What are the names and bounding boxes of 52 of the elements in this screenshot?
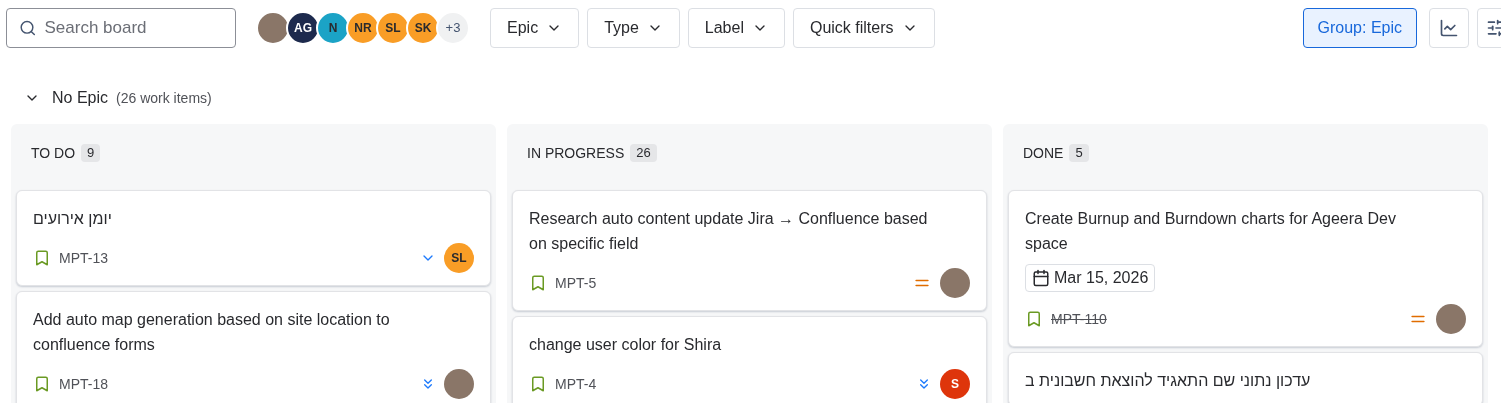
avatar-photo-placeholder[interactable] <box>940 268 970 298</box>
due-date-badge: Mar 15, 2026 <box>1025 264 1156 292</box>
search-icon <box>19 18 37 38</box>
card-title: Create Burnup and Burndown charts for Ageera Dev space <box>1025 209 1397 254</box>
issue-key[interactable]: MPT-4 <box>555 373 597 395</box>
work-item-card[interactable]: change user color for Shira MPT-4 S <box>512 316 987 403</box>
story-icon <box>33 375 51 393</box>
group-count: (26 work items) <box>116 88 212 108</box>
more-avatars-button[interactable]: +3 <box>436 11 470 45</box>
line-chart-icon <box>1439 18 1459 38</box>
column-count: 9 <box>81 144 101 162</box>
sliders-icon <box>1486 18 1501 38</box>
card-title: Add auto map generation based on site location to confluence forms <box>33 310 391 355</box>
search-field[interactable]: Search board <box>6 8 236 48</box>
issue-key[interactable]: MPT-110 <box>1051 308 1107 330</box>
column-title: IN PROGRESS <box>527 143 625 163</box>
search-input[interactable]: Search board <box>44 15 223 41</box>
filter-dropdown[interactable]: Quick filters <box>792 8 935 48</box>
work-item-card[interactable]: Research auto content update Jira → Confluence based on specific field MPT-5 <box>512 190 987 311</box>
avatar[interactable]: N <box>316 11 350 45</box>
filter-dropdown[interactable]: Epic <box>490 8 580 48</box>
issue-key[interactable]: MPT-5 <box>555 272 597 294</box>
work-item-card[interactable]: Add auto map generation based on site location to confluence forms MPT-18 <box>16 291 491 403</box>
story-icon <box>529 274 547 292</box>
column-count: 26 <box>630 144 657 162</box>
card-title: change user color for Shira <box>529 335 723 355</box>
insights-button[interactable] <box>1429 8 1469 48</box>
work-item-card[interactable]: עדכון נתוני שם התאגיד להוצאת חשבונית ב <box>1008 352 1483 403</box>
avatar[interactable]: SL <box>376 11 410 45</box>
avatar[interactable]: AG <box>286 11 320 45</box>
column-title: TO DO <box>31 143 76 163</box>
column-title: DONE <box>1023 143 1064 163</box>
card-title: Research auto content update Jira → Confluence based on specific field <box>529 209 929 254</box>
card-title: יומן אירועים <box>33 209 113 229</box>
avatar-photo-placeholder[interactable] <box>1436 304 1466 334</box>
avatar[interactable]: SK <box>406 11 440 45</box>
card-title: עדכון נתוני שם התאגיד להוצאת חשבונית ב <box>1025 371 1312 391</box>
filter-dropdown[interactable]: Label <box>687 8 785 48</box>
column-count: 5 <box>1069 144 1089 162</box>
filter-dropdown[interactable]: Type <box>587 8 680 48</box>
avatar[interactable]: NR <box>346 11 380 45</box>
issue-key[interactable]: MPT-13 <box>59 247 108 269</box>
work-item-card[interactable]: Create Burnup and Burndown charts for Ageera Dev space Mar 15, 2026 MPT-110 <box>1008 190 1483 347</box>
story-icon <box>529 375 547 393</box>
avatar[interactable]: S <box>940 369 970 399</box>
story-icon <box>33 249 51 267</box>
avatar[interactable]: SL <box>444 243 474 273</box>
issue-key[interactable]: MPT-18 <box>59 373 108 395</box>
avatar-photo-placeholder[interactable] <box>444 369 474 399</box>
story-icon <box>1025 310 1043 328</box>
group-title: No Epic <box>52 88 109 108</box>
group-by-button[interactable]: Group: Epic <box>1302 8 1417 48</box>
